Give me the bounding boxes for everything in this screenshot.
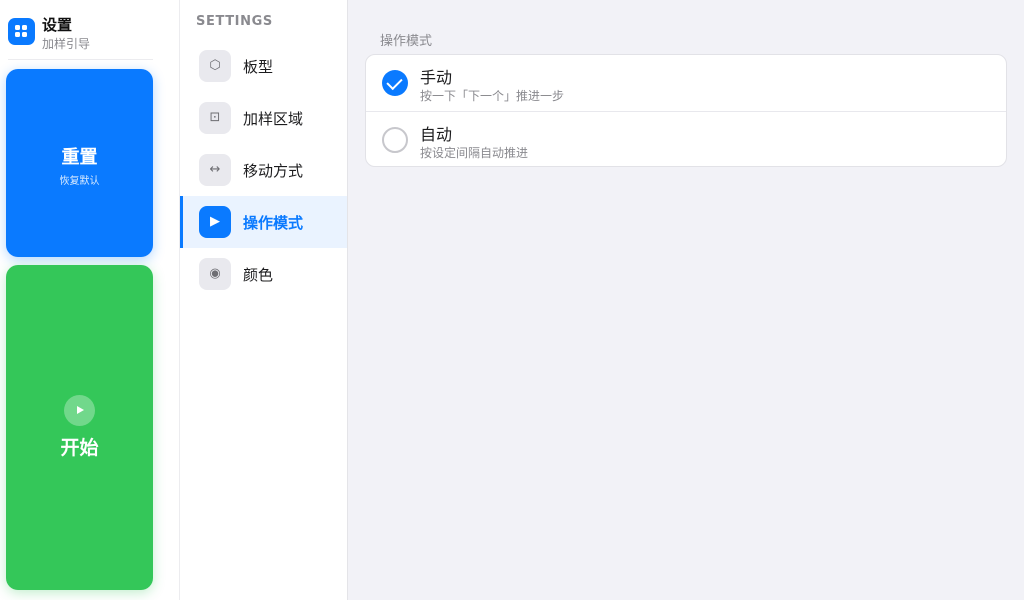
nav-item-color[interactable]: ◉ 颜色 — [180, 248, 347, 300]
nav-item-loading-area[interactable]: ⊡ 加样区域 — [180, 92, 347, 144]
settings-nav: SETTINGS ⬡ 板型 ⊡ 加样区域 ↔ 移动方式 ▶ 操作模式 ◉ 颜色 — [180, 0, 348, 600]
option-manual[interactable]: 手动 按一下「下一个」推进一步 — [366, 55, 1006, 111]
radio-dot-icon: ◉ — [199, 258, 231, 290]
reset-button-label: 重置 — [61, 147, 98, 168]
option-description: 按设定间隔自动推进 — [420, 146, 529, 160]
nav-item-movement[interactable]: ↔ 移动方式 — [180, 144, 347, 196]
option-description: 按一下「下一个」推进一步 — [420, 89, 565, 103]
nav-item-operation-mode[interactable]: ▶ 操作模式 — [180, 196, 347, 248]
dotted-square-icon: ⊡ — [199, 102, 231, 134]
nav-item-label: 移动方式 — [243, 162, 304, 180]
option-title: 手动 — [420, 68, 453, 87]
app-title: 设置 — [42, 16, 73, 34]
option-auto[interactable]: 自动 按设定间隔自动推进 — [366, 111, 1006, 167]
nav-item-plate-type[interactable]: ⬡ 板型 — [180, 40, 347, 92]
settings-content: 操作模式 手动 按一下「下一个」推进一步 自动 按设定间隔自动推进 — [348, 0, 1024, 600]
radio-checked-icon[interactable] — [382, 70, 408, 96]
nav-item-label: 加样区域 — [243, 110, 304, 128]
app-window: 设置 加样引导 重置 恢复默认 开始 SETTINGS ⬡ 板型 ⊡ 加样区域 … — [0, 0, 1024, 600]
section-title: 操作模式 — [380, 34, 433, 49]
option-group: 手动 按一下「下一个」推进一步 自动 按设定间隔自动推进 — [365, 54, 1007, 167]
nav-item-label: 颜色 — [243, 266, 274, 284]
nav-heading: SETTINGS — [196, 14, 273, 29]
play-icon — [64, 395, 95, 426]
radio-unchecked-icon[interactable] — [382, 127, 408, 153]
grid-icon — [8, 18, 35, 45]
action-sidebar: 设置 加样引导 重置 恢复默认 开始 — [0, 0, 180, 600]
hexagon-icon: ⬡ — [199, 50, 231, 82]
start-button-label: 开始 — [60, 437, 99, 459]
brand-header: 设置 加样引导 — [8, 12, 153, 60]
nav-item-label: 操作模式 — [243, 214, 304, 232]
reset-button-sublabel: 恢复默认 — [59, 176, 100, 187]
arrows-horizontal-icon: ↔ — [199, 154, 231, 186]
app-subtitle: 加样引导 — [42, 37, 91, 51]
play-icon: ▶ — [199, 206, 231, 238]
option-title: 自动 — [420, 125, 453, 144]
start-button[interactable]: 开始 — [6, 265, 153, 590]
reset-button[interactable]: 重置 恢复默认 — [6, 69, 153, 257]
nav-item-label: 板型 — [243, 58, 274, 76]
